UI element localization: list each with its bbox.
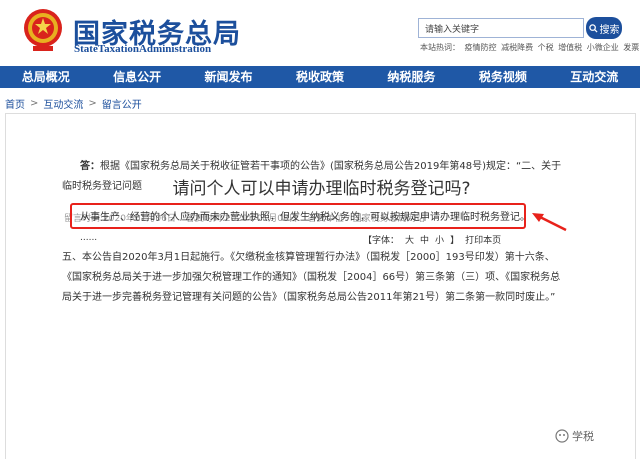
nav-item-tax-service[interactable]: 纳税服务 bbox=[366, 66, 457, 88]
article-tools: 【字体： 大 中 小 】 打印本页 bbox=[363, 233, 501, 246]
hotword-link[interactable]: 增值税 bbox=[558, 43, 582, 52]
print-page-link[interactable]: 打印本页 bbox=[465, 233, 501, 246]
nav-item-tax-video[interactable]: 税务视频 bbox=[457, 66, 548, 88]
breadcrumb-messages[interactable]: 留言公开 bbox=[102, 96, 142, 111]
watermark-logo-icon bbox=[555, 429, 569, 443]
answer-paragraph: 答：根据《国家税务总局关于税收征管若干事项的公告》(国家税务总局公告2019年第… bbox=[62, 157, 567, 197]
watermark-text: 学税 bbox=[572, 430, 594, 443]
hotwords-label: 本站热词： bbox=[420, 43, 460, 52]
font-size-large[interactable]: 大 bbox=[405, 233, 414, 246]
article-paragraph: 五、本公告自2020年3月1日起施行。《欠缴税金核算管理暂行办法》（国税发［20… bbox=[62, 252, 561, 303]
font-size-medium[interactable]: 中 bbox=[420, 233, 429, 246]
national-emblem-icon bbox=[22, 6, 64, 54]
ellipsis-text: ...... bbox=[80, 233, 98, 243]
breadcrumb-interaction[interactable]: 互动交流 bbox=[43, 96, 83, 111]
hotwords-bar: 本站热词： 疫情防控 减税降费 个税 增值税 小微企业 发票 bbox=[420, 42, 640, 53]
search-input[interactable]: 请输入关键字 bbox=[418, 18, 584, 38]
highlight-text: 从事生产、经营的个人应办而未办营业执照，但发生纳税义务的，可以按规定申请办理临时… bbox=[80, 212, 530, 223]
search-button[interactable]: 搜索 bbox=[586, 17, 622, 39]
breadcrumb-separator: > bbox=[88, 98, 97, 109]
hotword-link[interactable]: 疫情防控 bbox=[465, 43, 497, 52]
breadcrumb: 首页 > 互动交流 > 留言公开 bbox=[5, 96, 142, 111]
search-button-label: 搜索 bbox=[599, 24, 620, 36]
site-subtitle: StateTaxationAdministration bbox=[74, 43, 212, 55]
breadcrumb-separator: > bbox=[30, 98, 39, 109]
font-size-close: 】 bbox=[450, 236, 460, 246]
nav-item-interaction[interactable]: 互动交流 bbox=[549, 66, 640, 88]
hotword-link[interactable]: 发票 bbox=[623, 43, 639, 52]
red-arrow-icon bbox=[532, 213, 567, 232]
nav-item-overview[interactable]: 总局概况 bbox=[0, 66, 91, 88]
hotword-link[interactable]: 个税 bbox=[538, 43, 554, 52]
font-size-label: 【字体： bbox=[363, 236, 400, 246]
nav-item-tax-policy[interactable]: 税收政策 bbox=[274, 66, 365, 88]
site-header: 国家税务总局 StateTaxationAdministration 请输入关键… bbox=[0, 0, 640, 66]
hotword-link[interactable]: 减税降费 bbox=[501, 43, 533, 52]
nav-item-info-disclosure[interactable]: 信息公开 bbox=[91, 66, 182, 88]
hotword-link[interactable]: 小微企业 bbox=[587, 43, 619, 52]
answer-text: 根据《国家税务总局关于税收征管若干事项的公告》(国家税务总局公告2019年第48… bbox=[62, 161, 562, 192]
search-icon bbox=[588, 23, 598, 33]
watermark: 学税 bbox=[555, 428, 594, 444]
nav-item-news[interactable]: 新闻发布 bbox=[183, 66, 274, 88]
breadcrumb-home[interactable]: 首页 bbox=[5, 96, 25, 111]
font-size-small[interactable]: 小 bbox=[435, 233, 444, 246]
answer-label: 答： bbox=[80, 161, 100, 172]
main-nav: 总局概况 信息公开 新闻发布 税收政策 纳税服务 税务视频 互动交流 bbox=[0, 66, 640, 88]
